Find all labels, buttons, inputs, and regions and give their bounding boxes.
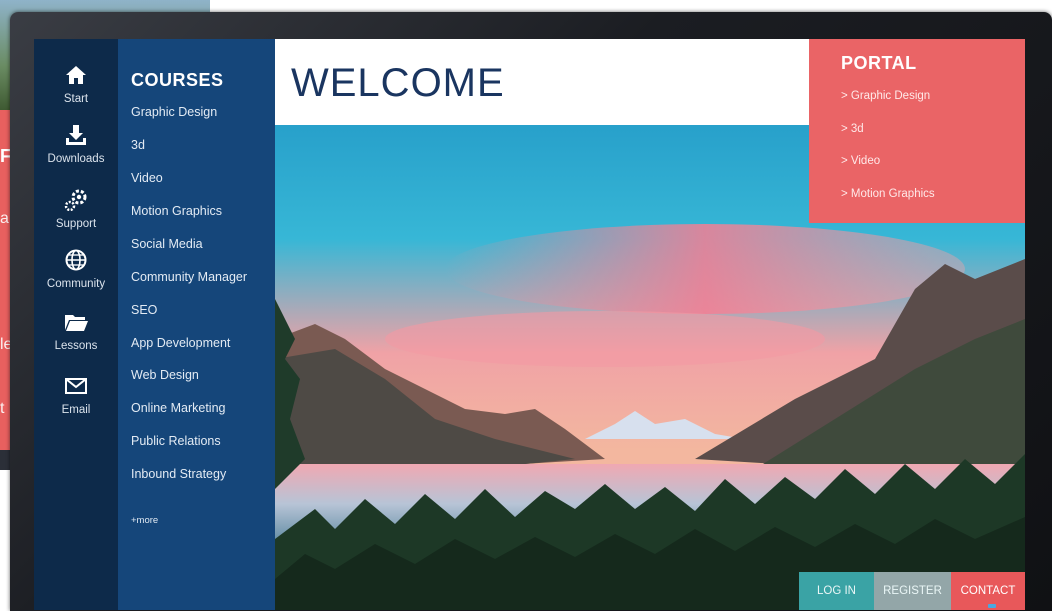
more-courses-link[interactable]: +more [131, 515, 158, 526]
portal-link[interactable]: > Graphic Design [841, 90, 930, 102]
hero-area: WELCOME PORTAL > Graphic Design > 3d > V… [275, 39, 1025, 610]
portal-link[interactable]: > Motion Graphics [841, 188, 935, 200]
course-link[interactable]: SEO [131, 303, 157, 317]
monitor-frame: Start Downloads Support Community Lesson… [10, 12, 1052, 611]
nav-lessons[interactable]: Lessons [34, 311, 118, 354]
nav-support[interactable]: Support [34, 189, 118, 232]
course-link[interactable]: Community Manager [131, 270, 247, 284]
course-link[interactable]: Social Media [131, 237, 203, 251]
course-link[interactable]: Public Relations [131, 434, 221, 448]
course-link[interactable]: Graphic Design [131, 105, 217, 119]
welcome-banner: WELCOME [275, 39, 809, 125]
globe-icon [65, 249, 87, 271]
page-title: WELCOME [291, 61, 505, 105]
course-link[interactable]: App Development [131, 336, 230, 350]
course-link[interactable]: Inbound Strategy [131, 467, 226, 481]
power-indicator [988, 604, 996, 608]
course-link[interactable]: Online Marketing [131, 401, 226, 415]
portal-panel: PORTAL > Graphic Design > 3d > Video > M… [809, 39, 1025, 223]
folder-icon [65, 315, 88, 331]
nav-start[interactable]: Start [34, 64, 118, 107]
portal-link[interactable]: > 3d [841, 123, 864, 135]
screen: Start Downloads Support Community Lesson… [34, 39, 1025, 610]
nav-label: Support [55, 218, 97, 230]
courses-panel: COURSES Graphic Design 3d Video Motion G… [118, 39, 275, 610]
nav-downloads[interactable]: Downloads [34, 124, 118, 167]
course-link[interactable]: Motion Graphics [131, 204, 222, 218]
nav-community[interactable]: Community [34, 249, 118, 292]
gears-icon [64, 189, 87, 211]
course-link[interactable]: 3d [131, 138, 145, 152]
courses-title: COURSES [131, 70, 224, 90]
register-button[interactable]: REGISTER [874, 572, 951, 610]
download-icon [66, 125, 86, 145]
nav-label: Community [46, 278, 106, 290]
nav-label: Start [63, 93, 89, 105]
nav-label: Email [61, 404, 91, 416]
nav-label: Lessons [54, 340, 98, 352]
course-link[interactable]: Web Design [131, 368, 199, 382]
nav-email[interactable]: Email [34, 375, 118, 418]
portal-link[interactable]: > Video [841, 155, 880, 167]
course-link[interactable]: Video [131, 171, 163, 185]
home-icon [66, 66, 86, 84]
nav-label: Downloads [47, 153, 105, 165]
portal-title: PORTAL [841, 53, 917, 73]
icon-sidebar: Start Downloads Support Community Lesson… [34, 39, 118, 610]
login-button[interactable]: LOG IN [799, 572, 874, 610]
envelope-icon [65, 378, 87, 394]
